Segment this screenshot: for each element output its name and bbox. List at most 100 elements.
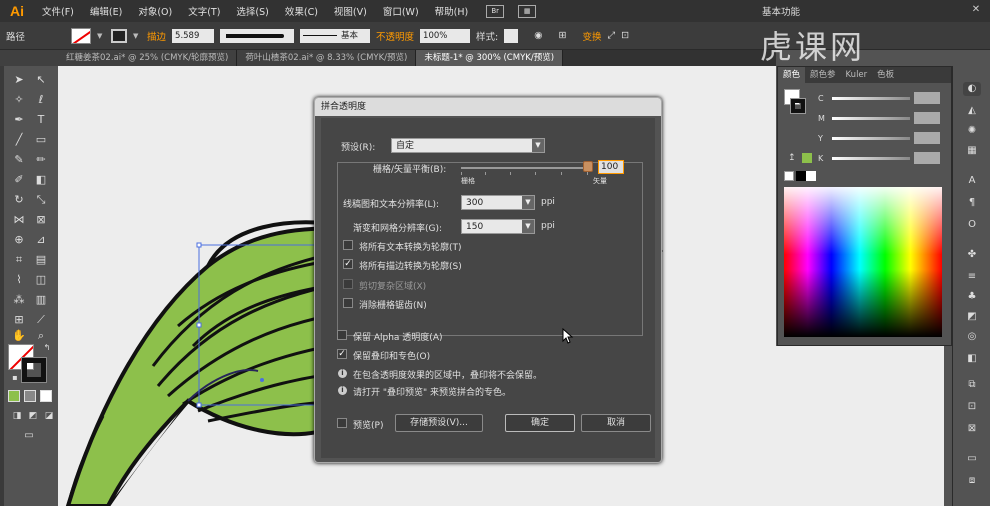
antialias-checkbox[interactable] [343,298,353,308]
black-slider[interactable]: K [818,151,948,165]
tab-color-guide[interactable]: 颜色参 [805,67,841,83]
rectangle-tool-icon[interactable]: ▭ [32,132,50,148]
close-window-icon[interactable]: ✕ [970,4,982,16]
isolate-icon[interactable]: ⊡ [621,30,629,41]
balance-slider-knob[interactable] [583,161,593,172]
transparency-icon[interactable]: ◎ [963,330,981,344]
chevron-down-icon[interactable]: ▼ [133,32,141,40]
layers-icon[interactable]: ⧉ [963,378,981,392]
gradient-mode-icon[interactable] [24,390,36,402]
none-mode-icon[interactable] [40,390,52,402]
preset-select[interactable]: 自定 ▼ [391,138,545,153]
white-swatch[interactable] [806,171,816,181]
swatches-icon[interactable]: ▦ [963,144,981,158]
selection-tool-icon[interactable]: ➤ [10,72,28,88]
line-tool-icon[interactable]: ╱ [10,132,28,148]
draw-inside-icon[interactable]: ◪ [40,408,58,424]
opentype-icon[interactable]: O [963,218,981,232]
graphic-style-swatch[interactable] [504,28,519,43]
perspective-grid-tool-icon[interactable]: ⊿ [32,232,50,248]
default-colors-icon[interactable]: ▪ [6,370,24,386]
preserve-overprint-checkbox[interactable]: ✓ [337,349,347,359]
brush-definition-select[interactable]: 基本 [300,28,371,43]
pen-tool-icon[interactable]: ✒ [10,112,28,128]
menu-effect[interactable]: 效果(C) [277,4,326,18]
out-of-gamut-icon[interactable]: ↥ [788,153,796,163]
stroke-weight-field[interactable]: 5.589 [172,28,215,43]
balance-value-field[interactable]: 100 [598,160,624,174]
slice-tool-icon[interactable]: ⟋ [32,312,50,328]
workspace-switcher[interactable]: 基本功能 [762,4,800,18]
transform-panel-icon[interactable]: ⊠ [963,422,981,436]
menu-view[interactable]: 视图(V) [326,4,375,18]
column-graph-tool-icon[interactable]: ▥ [32,292,50,308]
pathfinder-icon[interactable]: ⧈ [963,474,981,488]
stroke-color-box[interactable] [21,357,47,383]
chevron-down-icon[interactable]: ▼ [97,32,105,40]
magic-wand-tool-icon[interactable]: ✧ [10,92,28,108]
line-art-resolution-select[interactable]: 300 ▼ [461,195,535,210]
tab-doc-2[interactable]: 荷叶山楂茶02.ai* @ 8.33% (CMYK/预览) [237,50,417,66]
transform-link[interactable]: 变换 [583,29,602,43]
rotate-tool-icon[interactable]: ↻ [10,192,28,208]
transform-icon[interactable]: ⤢ [608,30,616,41]
magenta-slider[interactable]: M [818,111,948,125]
none-swatch[interactable] [784,171,794,181]
tab-kuler[interactable]: Kuler [841,67,873,83]
hand-tool-icon[interactable]: ✋ [10,328,28,344]
mesh-tool-icon[interactable]: ⌗ [10,252,28,268]
menu-edit[interactable]: 编辑(E) [82,4,130,18]
color-spectrum[interactable] [784,187,942,337]
paintbrush-tool-icon[interactable]: ✎ [10,152,28,168]
arrange-documents-icon[interactable]: ▦ [518,4,537,18]
free-transform-tool-icon[interactable]: ⊠ [32,212,50,228]
clip-complex-checkbox[interactable] [343,279,353,289]
graphic-styles-icon[interactable]: ◩ [963,310,981,324]
bridge-icon[interactable]: Br [486,4,505,18]
convert-strokes-checkbox[interactable]: ✓ [343,259,353,269]
eyedropper-tool-icon[interactable]: ⌇ [10,272,28,288]
align-panel-icon[interactable]: ▭ [963,452,981,466]
symbol-sprayer-tool-icon[interactable]: ⁂ [10,292,28,308]
blob-brush-tool-icon[interactable]: ✐ [10,172,28,188]
menu-window[interactable]: 窗口(W) [375,4,427,18]
menu-file[interactable]: 文件(F) [34,4,82,18]
color-guide-icon[interactable]: ◭ [963,104,981,118]
pencil-tool-icon[interactable]: ✏ [32,152,50,168]
panel-stroke-swatch[interactable] [790,98,806,114]
menu-select[interactable]: 选择(S) [228,4,276,18]
black-swatch[interactable] [796,171,806,181]
eraser-tool-icon[interactable]: ◧ [32,172,50,188]
align-options-icon[interactable]: ⊞ [559,30,567,41]
ok-button[interactable]: 确定 [505,414,575,432]
fill-swatch[interactable] [71,27,92,44]
tab-doc-3[interactable]: 未标题-1* @ 300% (CMYK/预览) [416,50,564,66]
variable-width-profile[interactable] [220,28,295,43]
opacity-label-link[interactable]: 不透明度 [376,29,414,43]
appearance-icon[interactable]: ✺ [963,124,981,138]
menu-type[interactable]: 文字(T) [180,4,228,18]
cancel-button[interactable]: 取消 [581,414,651,432]
color-panel-icon[interactable]: ◐ [963,82,981,96]
tools-panel-grip[interactable] [0,66,4,506]
artboard-canvas-right[interactable] [776,346,944,506]
save-preset-button[interactable]: 存储预设(V)... [395,414,483,432]
paragraph-icon[interactable]: ¶ [963,196,981,210]
stroke-swatch[interactable] [111,28,128,43]
menu-help[interactable]: 帮助(H) [427,4,477,18]
lasso-tool-icon[interactable]: ℓ [32,92,50,108]
recolor-icon[interactable]: ◉ [534,30,542,41]
tab-doc-1[interactable]: 红糖姜茶02.ai* @ 25% (CMYK/轮廓预览) [0,50,238,66]
brushes-icon[interactable]: ✤ [963,248,981,262]
tab-swatches[interactable]: 色板 [872,67,899,83]
shape-builder-tool-icon[interactable]: ⊕ [10,232,28,248]
screen-mode-icon[interactable]: ▭ [20,428,38,444]
direct-selection-tool-icon[interactable]: ↖ [32,72,50,88]
convert-text-checkbox[interactable] [343,240,353,250]
cyan-slider[interactable]: C [818,91,948,105]
last-color-swatch[interactable] [802,153,812,163]
gradient-tool-icon[interactable]: ▤ [32,252,50,268]
artboards-icon[interactable]: ⊡ [963,400,981,414]
type-tool-icon[interactable]: T [32,112,50,128]
character-icon[interactable]: A [963,174,981,188]
